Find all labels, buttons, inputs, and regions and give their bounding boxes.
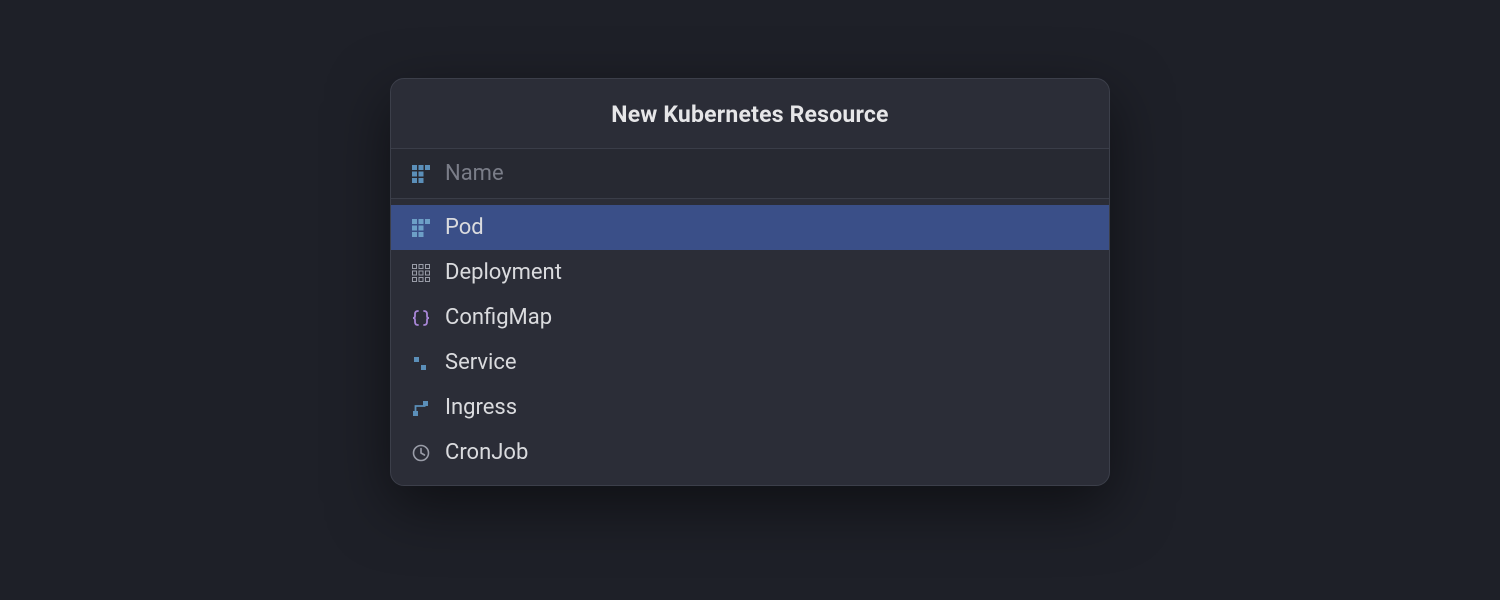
name-input-row bbox=[391, 149, 1109, 199]
resource-item-label: CronJob bbox=[445, 440, 528, 465]
resource-item-ingress[interactable]: Ingress bbox=[391, 385, 1109, 430]
resource-item-label: ConfigMap bbox=[445, 305, 552, 330]
resource-item-pod[interactable]: Pod bbox=[391, 205, 1109, 250]
name-input[interactable] bbox=[445, 161, 1089, 186]
resource-item-configmap[interactable]: ConfigMap bbox=[391, 295, 1109, 340]
grid-outline-icon bbox=[411, 263, 431, 283]
resource-item-service[interactable]: Service bbox=[391, 340, 1109, 385]
dialog-header: New Kubernetes Resource bbox=[391, 79, 1109, 149]
clock-icon bbox=[411, 443, 431, 463]
grid-icon bbox=[411, 218, 431, 238]
resource-item-label: Deployment bbox=[445, 260, 562, 285]
resource-item-cronjob[interactable]: CronJob bbox=[391, 430, 1109, 475]
braces-icon bbox=[411, 308, 431, 328]
new-resource-dialog: New Kubernetes Resource bbox=[390, 78, 1110, 486]
resource-item-label: Pod bbox=[445, 215, 484, 240]
resource-list: Pod Deployment bbox=[391, 199, 1109, 485]
resource-item-deployment[interactable]: Deployment bbox=[391, 250, 1109, 295]
blocks-icon bbox=[411, 353, 431, 373]
network-icon bbox=[411, 398, 431, 418]
resource-item-label: Service bbox=[445, 350, 517, 375]
dialog-title: New Kubernetes Resource bbox=[391, 101, 1109, 128]
resource-item-label: Ingress bbox=[445, 395, 517, 420]
grid-icon bbox=[411, 164, 431, 184]
